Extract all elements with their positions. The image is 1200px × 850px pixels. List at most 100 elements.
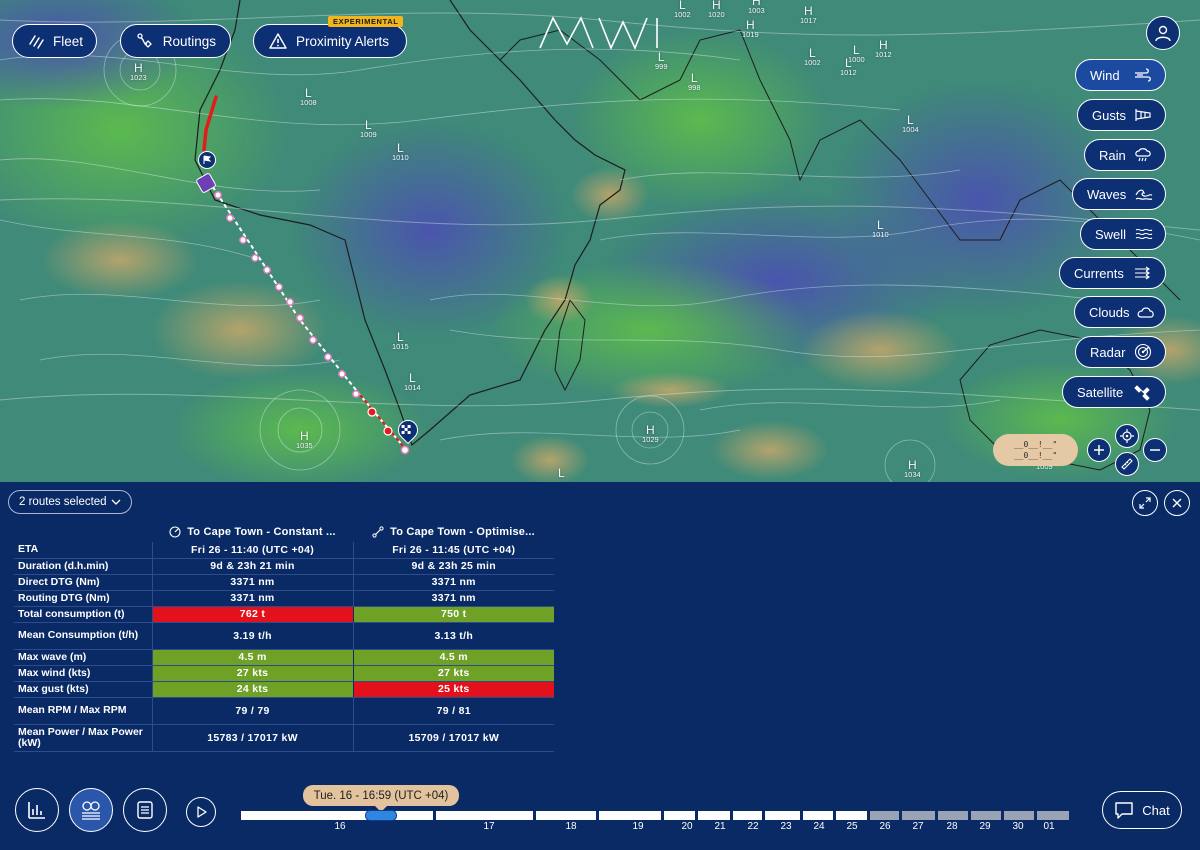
layer-rain-button[interactable]: Rain [1084,139,1166,171]
list-button[interactable] [123,788,167,832]
pressure-label: L 998 [688,71,701,92]
row-value: 27 kts [152,665,353,682]
layer-gusts-button[interactable]: Gusts [1077,99,1166,131]
layer-swell-button[interactable]: Swell [1080,218,1166,250]
ruler-button[interactable] [1115,452,1139,476]
timeline-day-segment[interactable] [664,811,695,820]
fleet-label: Fleet [53,33,84,49]
plus-icon [1094,445,1104,455]
routes-selected-label: 2 routes selected [19,496,107,508]
layer-satellite-button[interactable]: Satellite [1062,376,1166,408]
expand-panel-button[interactable] [1132,490,1158,516]
expand-icon [1139,497,1151,509]
windsock-icon [1134,106,1153,124]
user-profile-button[interactable] [1146,16,1180,50]
close-panel-button[interactable] [1164,490,1190,516]
chat-label: Chat [1142,802,1170,818]
row-label: Max wind (kts) [14,665,153,682]
layer-waves-button[interactable]: Waves [1072,178,1166,210]
pressure-label: H 1029 [642,423,659,444]
row-value: Fri 26 - 11:45 (UTC +04) [352,542,554,559]
timeline-day-segment[interactable] [902,811,935,820]
timeline-day-label: 20 [681,821,693,832]
layer-currents-button[interactable]: Currents [1059,257,1166,289]
row-value: 3371 nm [352,574,554,591]
routes-selected-dropdown[interactable]: 2 routes selected [8,490,132,514]
timeline-day-segment[interactable] [698,811,730,820]
timeline-day-segment[interactable] [1004,811,1034,820]
timeline-day-segment[interactable] [436,811,533,820]
zoom-out-button[interactable] [1143,438,1167,462]
timeline-day-segment[interactable] [803,811,833,820]
pressure-label: L 1010 [872,218,889,239]
timeline-day-segment[interactable] [938,811,968,820]
timeline-day-label: 21 [714,821,726,832]
minus-icon [1150,449,1160,451]
timeline-day-segment[interactable] [870,811,899,820]
timeline-scrubber-handle[interactable] [365,810,397,821]
routings-button[interactable]: Routings [120,24,231,58]
row-label: Max gust (kts) [14,681,153,698]
layer-radar-button[interactable]: Radar [1075,336,1166,368]
row-label: Mean Consumption (t/h) [14,622,153,650]
timeline-day-segment[interactable] [1037,811,1069,820]
timeline-day-segment[interactable] [836,811,867,820]
row-label: Routing DTG (Nm) [14,590,153,607]
pressure-label: H 1017 [800,4,817,25]
charts-button[interactable] [15,788,59,832]
timeline-day-label: 27 [912,821,924,832]
table-row: Max wind (kts) 27 kts 27 kts [14,665,554,682]
chat-button[interactable]: Chat [1102,791,1182,829]
layer-swell-label: Swell [1095,226,1127,242]
compare-routes-button[interactable] [69,788,113,832]
timeline-day-segment[interactable] [765,811,800,820]
cloud-icon [1137,303,1155,321]
column-header-route-1[interactable]: To Cape Town - Constant ... [152,522,353,542]
timeline-day-segment[interactable] [971,811,1001,820]
app-root: H 1023 L 1008 L 1009 L 1010 L 1002 H 1020 H 100… [0,0,1200,850]
mwi-logo [537,14,661,55]
fleet-button[interactable]: Fleet [12,24,97,58]
table-row: ETA Fri 26 - 11:40 (UTC +04) Fri 26 - 11:4… [14,542,554,559]
layer-radar-label: Radar [1090,344,1126,360]
pressure-label: H 1019 [742,18,759,39]
column-title: To Cape Town - Optimise... [390,526,535,538]
pressure-label: H 1012 [875,38,892,59]
timeline-day-label: 18 [565,821,577,832]
timeline-day-segment[interactable] [599,811,661,820]
timeline-day-segment[interactable] [241,811,433,820]
start-flag-marker[interactable] [198,151,216,169]
pressure-label: L 999 [655,50,668,71]
table-body: ETA Fri 26 - 11:40 (UTC +04) Fri 26 - 11:4… [14,542,554,752]
wind-icon [1133,66,1153,84]
layer-wind-button[interactable]: Wind [1075,59,1166,91]
timeline-day-segment[interactable] [733,811,762,820]
weather-map[interactable]: H 1023 L 1008 L 1009 L 1010 L 1002 H 1020 H 100… [0,0,1200,482]
timeline-day-label: 26 [879,821,891,832]
layer-clouds-button[interactable]: Clouds [1074,296,1166,328]
waves-icon [1134,185,1153,203]
row-label: Total consumption (t) [14,606,153,623]
proximity-alerts-button[interactable]: Proximity Alerts [253,24,407,58]
play-button[interactable] [186,797,216,827]
layer-rain-label: Rain [1099,147,1126,163]
row-value: 79 / 79 [152,697,353,725]
column-header-route-2[interactable]: To Cape Town - Optimise... [353,522,554,542]
row-value: 79 / 81 [352,697,554,725]
row-value: 750 t [352,606,554,623]
map-canvas [0,0,1200,482]
timeline-day-segment[interactable] [536,811,596,820]
zoom-in-button[interactable] [1087,438,1111,462]
pressure-label: L 1009 [360,118,377,139]
row-value: 4.5 m [152,649,353,666]
row-value: 3371 nm [352,590,554,607]
logo-graphic [539,16,658,51]
row-value: Fri 26 - 11:40 (UTC +04) [152,542,353,559]
fleet-icon [27,31,45,51]
recenter-button[interactable] [1115,424,1139,448]
column-title: To Cape Town - Constant ... [187,526,336,538]
timeline-day-label: 23 [780,821,792,832]
routings-icon [135,31,155,51]
layer-waves-label: Waves [1087,186,1127,202]
row-value: 27 kts [352,665,554,682]
